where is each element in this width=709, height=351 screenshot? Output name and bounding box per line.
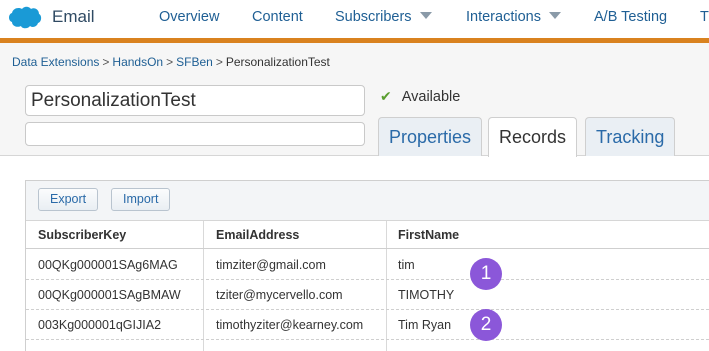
import-button[interactable]: Import — [111, 188, 171, 211]
cell-subscriberkey: 00QKg000001SAgBMAW — [38, 288, 181, 302]
column-header-subscriberkey[interactable]: SubscriberKey — [26, 221, 126, 249]
tab-records[interactable]: Records — [488, 117, 578, 157]
export-button[interactable]: Export — [38, 188, 99, 211]
nav-ab-testing[interactable]: A/B Testing — [594, 9, 667, 25]
status-indicator: ✔ Available — [380, 88, 460, 105]
breadcrumb-data-extensions[interactable]: Data Extensions — [12, 55, 99, 69]
cell-emailaddress: timziter@gmail.com — [216, 258, 326, 272]
status-text: Available — [401, 89, 461, 105]
table-header: SubscriberKey EmailAddress FirstName — [26, 221, 709, 249]
breadcrumb-separator: > — [102, 55, 110, 69]
top-nav: Email Overview Content Subscribers Inter… — [0, 0, 709, 38]
salesforce-cloud-icon[interactable] — [8, 5, 42, 29]
records-panel: Export Import SubscriberKey EmailAddress… — [25, 180, 709, 351]
breadcrumb-current: PersonalizationTest — [225, 55, 330, 69]
nav-truncated-item[interactable]: T — [700, 9, 709, 25]
annotation-badge-1: 1 — [470, 258, 502, 290]
records-toolbar: Export Import — [26, 181, 709, 221]
cell-emailaddress: timothyziter@kearney.com — [216, 318, 364, 332]
annotation-badge-2: 2 — [470, 309, 502, 341]
breadcrumb-separator: > — [166, 55, 174, 69]
check-icon: ✔ — [380, 88, 392, 104]
cell-subscriberkey: 00QKg000001SAg6MAG — [38, 258, 178, 272]
tab-properties[interactable]: Properties — [378, 117, 483, 156]
column-header-firstname[interactable]: FirstName — [386, 221, 459, 249]
chevron-down-icon[interactable] — [419, 12, 432, 19]
table-row[interactable]: 003Kg000001qGIJIA2 timothyziter@kearney.… — [26, 310, 709, 340]
app-name[interactable]: Email — [52, 7, 95, 27]
header-panel: Data Extensions > HandsOn > SFBen > Personaliz… — [0, 43, 709, 157]
breadcrumb: Data Extensions > HandsOn > SFBen > Personaliz… — [12, 55, 330, 69]
cell-firstname: Tim Ryan — [398, 318, 452, 332]
cell-subscriberkey: 003Kg000001qGIJIA2 — [38, 318, 162, 332]
table-row[interactable]: 00QKg000001SAg6MAG timziter@gmail.com ti… — [26, 250, 709, 280]
cell-firstname: TIMOTHY — [398, 288, 455, 302]
nav-overview[interactable]: Overview — [159, 9, 219, 25]
nav-interactions[interactable]: Interactions — [466, 9, 561, 25]
nav-interactions-label: Interactions — [466, 9, 541, 25]
nav-subscribers[interactable]: Subscribers — [335, 9, 432, 25]
breadcrumb-separator: > — [215, 55, 223, 69]
data-extension-name-field[interactable] — [25, 85, 365, 116]
nav-subscribers-label: Subscribers — [335, 9, 412, 25]
breadcrumb-handson[interactable]: HandsOn — [112, 55, 163, 69]
chevron-down-icon[interactable] — [548, 12, 561, 19]
tab-tracking[interactable]: Tracking — [585, 117, 676, 156]
data-extension-description-field[interactable] — [25, 122, 365, 146]
nav-content[interactable]: Content — [252, 9, 303, 25]
table-row[interactable]: 00QKg000001SAgBMAW tziter@mycervello.com… — [26, 280, 709, 310]
breadcrumb-sfben[interactable]: SFBen — [176, 55, 213, 69]
column-header-emailaddress[interactable]: EmailAddress — [204, 221, 299, 249]
cell-firstname: tim — [398, 258, 415, 272]
cell-emailaddress: tziter@mycervello.com — [216, 288, 343, 302]
